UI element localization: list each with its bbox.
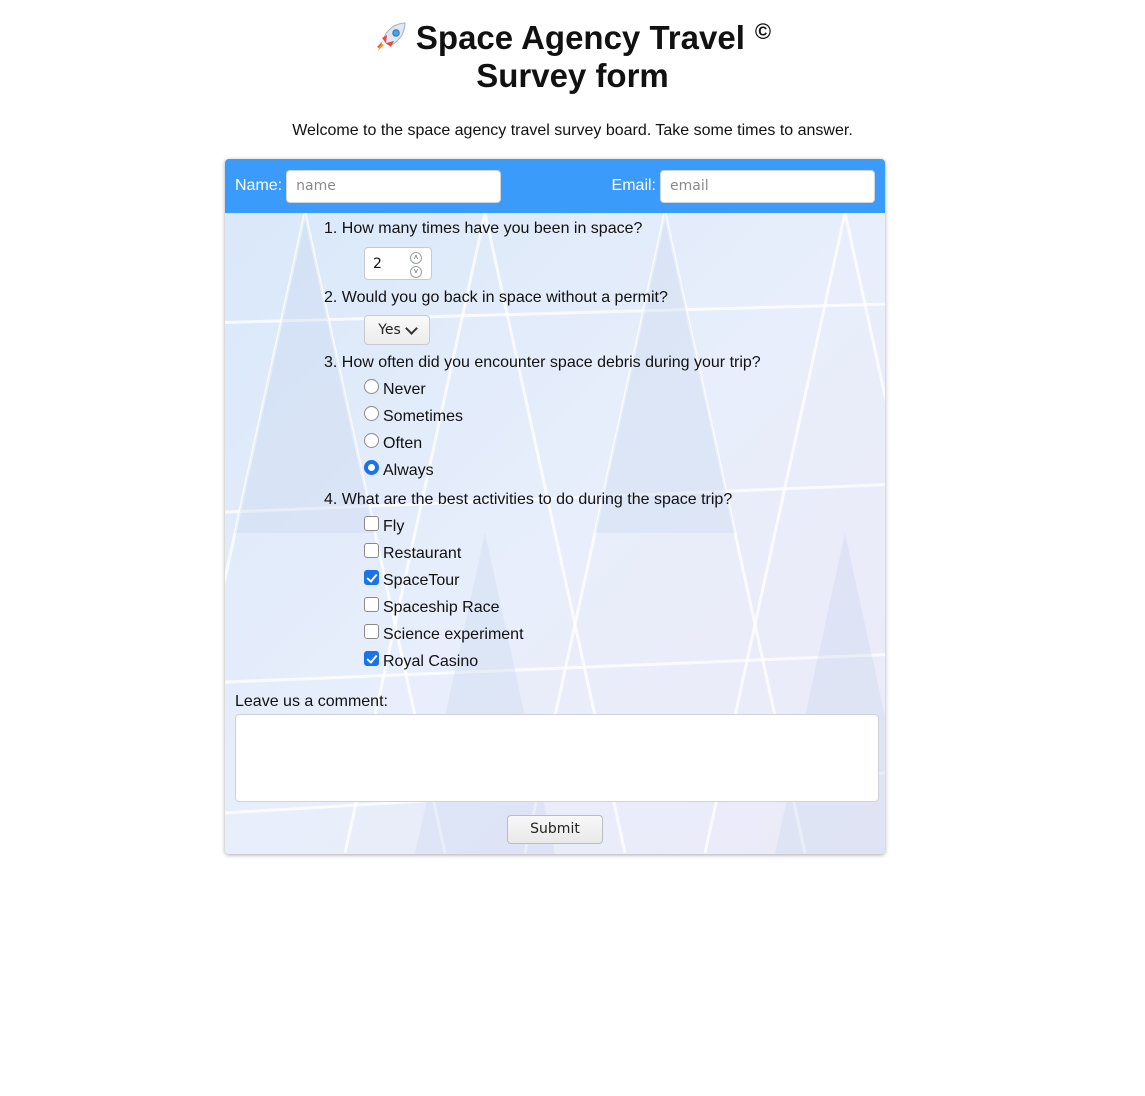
checkbox-restaurant[interactable] bbox=[364, 543, 379, 558]
question-2-answer: Yes bbox=[364, 315, 761, 345]
checkbox-spacetour[interactable] bbox=[364, 570, 379, 585]
email-input[interactable] bbox=[660, 169, 875, 203]
comment-textarea[interactable] bbox=[235, 714, 879, 802]
checkbox-option[interactable]: Science experiment bbox=[364, 624, 761, 653]
submit-button[interactable]: Submit bbox=[507, 815, 603, 844]
permit-select-value: Yes bbox=[378, 322, 401, 338]
name-input[interactable] bbox=[286, 169, 502, 203]
space-trips-number-input[interactable]: 2 ˄ ˅ bbox=[364, 247, 432, 280]
radio-option[interactable]: Sometimes bbox=[364, 406, 761, 435]
checkbox-royal-casino[interactable] bbox=[364, 651, 379, 666]
copyright-mark: © bbox=[754, 19, 772, 44]
chevron-down-icon[interactable]: ˅ bbox=[410, 266, 422, 278]
radio-always[interactable] bbox=[364, 460, 379, 475]
page-title: Space Agency Travel © bbox=[0, 18, 1145, 58]
page-header: Space Agency Travel © Survey form bbox=[0, 18, 1145, 96]
email-group: Email: bbox=[611, 169, 875, 203]
question-2-label: 2. Would you go back in space without a … bbox=[324, 289, 668, 306]
radio-label: Always bbox=[383, 462, 434, 479]
radio-option[interactable]: Always bbox=[364, 460, 761, 489]
question-3-answer: Never Sometimes Often Always bbox=[364, 379, 761, 489]
question-3-label: 3. How often did you encounter space deb… bbox=[324, 354, 761, 371]
radio-label: Never bbox=[383, 381, 426, 398]
comment-label: Leave us a comment: bbox=[235, 693, 388, 710]
checkbox-label: Royal Casino bbox=[383, 653, 479, 670]
question-4-label: 4. What are the best activities to do du… bbox=[324, 491, 733, 508]
radio-sometimes[interactable] bbox=[364, 406, 379, 421]
radio-option[interactable]: Often bbox=[364, 433, 761, 462]
checkbox-option[interactable]: Spaceship Race bbox=[364, 597, 761, 626]
checkbox-label: Spaceship Race bbox=[383, 599, 500, 616]
checkbox-label: SpaceTour bbox=[383, 572, 460, 589]
radio-never[interactable] bbox=[364, 379, 379, 394]
number-value: 2 bbox=[373, 256, 382, 272]
page-subtitle: Survey form bbox=[476, 57, 669, 94]
contact-bar: Name: Email: bbox=[225, 159, 885, 213]
radio-label: Sometimes bbox=[383, 408, 464, 425]
name-group: Name: bbox=[235, 169, 502, 203]
rocket-icon bbox=[376, 22, 406, 51]
radio-option[interactable]: Never bbox=[364, 379, 761, 408]
title-text: Space Agency Travel bbox=[415, 19, 745, 56]
checkbox-option[interactable]: Royal Casino bbox=[364, 651, 761, 680]
email-label: Email: bbox=[611, 177, 656, 194]
checkbox-option[interactable]: SpaceTour bbox=[364, 570, 761, 599]
welcome-text: Welcome to the space agency travel surve… bbox=[292, 122, 853, 139]
checkbox-label: Restaurant bbox=[383, 545, 462, 562]
checkbox-science-experiment[interactable] bbox=[364, 624, 379, 639]
question-1-answer: 2 ˄ ˅ bbox=[364, 247, 761, 280]
checkbox-label: Science experiment bbox=[383, 626, 524, 643]
chevron-up-icon[interactable]: ˄ bbox=[410, 252, 422, 264]
chevron-down-icon bbox=[404, 321, 418, 335]
checkbox-label: Fly bbox=[383, 518, 405, 535]
number-spinner[interactable]: ˄ ˅ bbox=[410, 252, 422, 278]
permit-select[interactable]: Yes bbox=[364, 315, 430, 345]
survey-form: Name: Email: 1. How many times have you … bbox=[225, 159, 885, 854]
checkbox-fly[interactable] bbox=[364, 516, 379, 531]
radio-label: Often bbox=[383, 435, 423, 452]
question-1-label: 1. How many times have you been in space… bbox=[324, 220, 643, 237]
name-label: Name: bbox=[235, 177, 283, 194]
question-4-answer: Fly Restaurant SpaceTour Spaceship Race … bbox=[364, 516, 761, 680]
checkbox-option[interactable]: Fly bbox=[364, 516, 761, 545]
checkbox-spaceship-race[interactable] bbox=[364, 597, 379, 612]
radio-often[interactable] bbox=[364, 433, 379, 448]
checkbox-option[interactable]: Restaurant bbox=[364, 543, 761, 572]
question-list: 1. How many times have you been in space… bbox=[324, 220, 761, 680]
